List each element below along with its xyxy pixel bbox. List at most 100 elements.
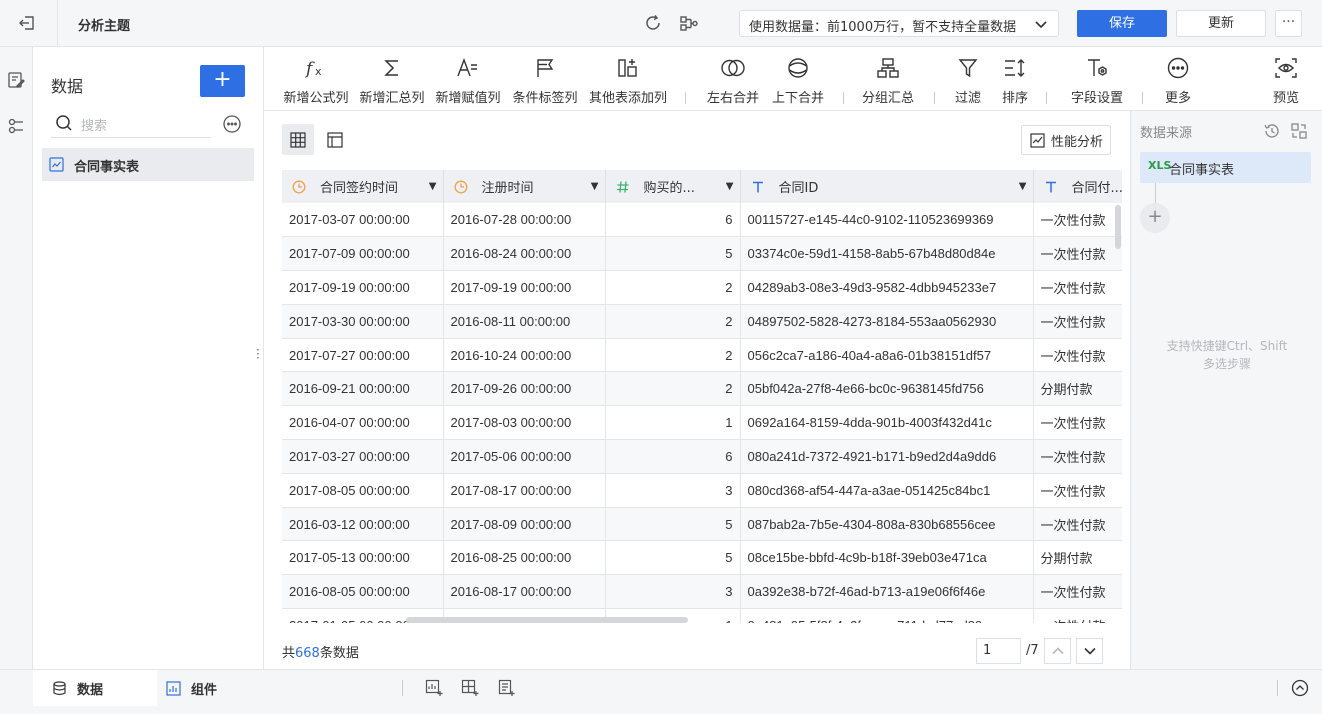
switch-icon[interactable] [1290, 122, 1308, 140]
table-cell[interactable]: 2017-08-09 00:00:00 [443, 507, 606, 542]
more-tools-button[interactable]: 更多 [1160, 55, 1196, 107]
table-cell[interactable]: 080cd368-af54-447a-a3ae-051425c84bc1 [740, 473, 1034, 508]
table-cell[interactable]: 080a241d-7372-4921-b171-b9ed2d4a9dd6 [740, 439, 1034, 474]
table-cell[interactable]: 2017-07-27 00:00:00 [282, 338, 444, 373]
table-cell[interactable]: 04289ab3-08e3-49d3-9582-4dbb945233e7 [740, 270, 1034, 305]
table-cell[interactable]: 2017-09-26 00:00:00 [443, 371, 606, 407]
column-header[interactable]: 合同签约时间 ▼ [282, 170, 444, 203]
table-cell[interactable]: 2017-08-03 00:00:00 [443, 405, 606, 441]
table-cell[interactable]: 2 [605, 338, 741, 373]
table-cell[interactable]: 分期付款 [1033, 371, 1122, 407]
table-cell[interactable]: 03374c0e-59d1-4158-8ab5-67b48d80d84e [740, 236, 1034, 272]
tab-data[interactable]: 数据 [33, 670, 157, 706]
performance-analysis-button[interactable]: 性能分析 [1021, 125, 1111, 155]
table-cell[interactable]: 3 [605, 473, 741, 508]
panel-resize-handle[interactable]: · · · [256, 344, 262, 364]
table-cell[interactable]: 2 [605, 304, 741, 339]
column-header[interactable]: 合同ID ▼ [740, 170, 1034, 203]
horizontal-scrollbar[interactable] [406, 617, 688, 623]
table-cell[interactable]: 2017-03-27 00:00:00 [282, 439, 444, 474]
table-cell[interactable]: 2016-07-28 00:00:00 [443, 203, 606, 238]
table-cell[interactable]: 2016-08-17 00:00:00 [443, 574, 606, 610]
history-icon[interactable] [1263, 122, 1281, 140]
data-source-item[interactable]: XLS 合同事实表 [1140, 152, 1311, 183]
table-cell[interactable]: 一次性付款 [1033, 236, 1122, 272]
table-cell[interactable]: 2016-09-21 00:00:00 [282, 371, 444, 407]
table-cell[interactable]: 2017-08-17 00:00:00 [443, 473, 606, 508]
table-cell[interactable]: 087bab2a-7b5e-4304-808a-830b68556cee [740, 507, 1034, 542]
table-cell[interactable]: 一次性付款 [1033, 574, 1122, 610]
table-item[interactable]: 合同事实表 [42, 148, 254, 181]
filter-button[interactable]: 过滤 [950, 55, 986, 107]
table-cell[interactable]: 056c2ca7-a186-40a4-a8a6-01b38151df57 [740, 338, 1034, 373]
table-cell[interactable]: 2017-08-05 00:00:00 [282, 473, 444, 508]
table-cell[interactable]: 05bf042a-27f8-4e66-bc0c-9638145fd756 [740, 371, 1034, 407]
preview-button[interactable]: 预览 [1268, 55, 1304, 107]
table-cell[interactable]: 3 [605, 574, 741, 610]
field-settings-button[interactable]: 字段设置 [1064, 55, 1130, 107]
next-page-button[interactable] [1076, 638, 1103, 664]
table-cell[interactable]: 5 [605, 540, 741, 576]
other-table-add-column-button[interactable]: 其他表添加列 [587, 55, 669, 107]
caret-down-icon[interactable]: ▼ [591, 181, 599, 192]
relation-icon[interactable] [7, 117, 25, 135]
lineage-icon[interactable] [679, 13, 699, 33]
condition-tag-column-button[interactable]: 条件标签列 [511, 55, 579, 107]
page-number-input[interactable]: 1 [976, 638, 1021, 664]
table-cell[interactable]: 2016-08-11 00:00:00 [443, 304, 606, 339]
tab-component[interactable]: 组件 [166, 670, 217, 706]
add-formula-column-button[interactable]: fx 新增公式列 [282, 55, 350, 107]
add-report-icon[interactable] [497, 679, 515, 697]
table-cell[interactable]: 2016-10-24 00:00:00 [443, 338, 606, 373]
caret-down-icon[interactable]: ▼ [429, 181, 437, 192]
prev-page-button[interactable] [1044, 638, 1071, 664]
table-cell[interactable]: 2017-09-19 00:00:00 [282, 270, 444, 305]
add-summary-column-button[interactable]: 新增汇总列 [358, 55, 426, 107]
grid-view-button[interactable] [282, 124, 314, 155]
table-cell[interactable]: 一次性付款 [1033, 507, 1122, 542]
table-cell[interactable]: 2017-05-13 00:00:00 [282, 540, 444, 576]
save-button[interactable]: 保存 [1077, 10, 1167, 37]
table-cell[interactable]: 0a481a95-5f8f-4a2f-acac-711dcd77ed80 [740, 608, 1034, 623]
table-cell[interactable]: 2017-09-19 00:00:00 [443, 270, 606, 305]
table-cell[interactable]: 2 [605, 371, 741, 407]
sort-button[interactable]: 排序 [997, 55, 1033, 107]
table-cell[interactable]: 2016-08-25 00:00:00 [443, 540, 606, 576]
table-cell[interactable]: 2016-03-12 00:00:00 [282, 507, 444, 542]
table-cell[interactable]: 6 [605, 439, 741, 474]
table-cell[interactable]: 分期付款 [1033, 540, 1122, 576]
table-cell[interactable]: 2017-03-07 00:00:00 [282, 203, 444, 238]
table-cell[interactable]: 5 [605, 507, 741, 542]
add-component-icon[interactable] [425, 679, 443, 697]
more-circle-icon[interactable] [222, 114, 242, 134]
table-cell[interactable]: 0a392e38-b72f-46ad-b713-a19e06f6f46e [740, 574, 1034, 610]
table-cell[interactable]: 1 [605, 405, 741, 441]
column-header[interactable]: 购买的... ▼ [605, 170, 741, 203]
vertical-scrollbar[interactable] [1115, 205, 1121, 249]
exit-icon[interactable] [16, 12, 38, 34]
table-cell[interactable]: 6 [605, 203, 741, 238]
collapse-up-icon[interactable] [1291, 679, 1309, 697]
update-button[interactable]: 更新 [1176, 10, 1266, 37]
table-cell[interactable]: 一次性付款 [1033, 405, 1122, 441]
more-options-button[interactable]: ··· [1275, 10, 1302, 37]
table-cell[interactable]: 一次性付款 [1033, 304, 1122, 339]
add-table-icon[interactable] [461, 679, 479, 697]
table-cell[interactable]: 一次性付款 [1033, 473, 1122, 508]
caret-down-icon[interactable]: ▼ [726, 181, 734, 192]
data-limit-select[interactable]: 使用数据量：前1000万行，暂不支持全量数据 [739, 10, 1059, 37]
add-step-button[interactable]: + [1140, 203, 1170, 233]
data-edit-icon[interactable] [7, 71, 25, 89]
group-summary-button[interactable]: 分组汇总 [858, 55, 918, 107]
table-cell[interactable]: 00115727-e145-44c0-9102-110523699369 [740, 203, 1034, 238]
table-cell[interactable]: 04897502-5828-4273-8184-553aa0562930 [740, 304, 1034, 339]
table-cell[interactable]: 一次性付款 [1033, 338, 1122, 373]
table-cell[interactable]: 08ce15be-bbfd-4c9b-b18f-39eb03e471ca [740, 540, 1034, 576]
table-cell[interactable]: 一次性付款 [1033, 608, 1122, 623]
table-cell[interactable]: 一次性付款 [1033, 439, 1122, 474]
add-data-button[interactable]: + [200, 65, 245, 97]
caret-down-icon[interactable]: ▼ [1019, 181, 1027, 192]
table-cell[interactable]: 2016-04-07 00:00:00 [282, 405, 444, 441]
table-cell[interactable]: 2016-08-05 00:00:00 [282, 574, 444, 610]
left-right-merge-button[interactable]: 左右合并 [703, 55, 763, 107]
